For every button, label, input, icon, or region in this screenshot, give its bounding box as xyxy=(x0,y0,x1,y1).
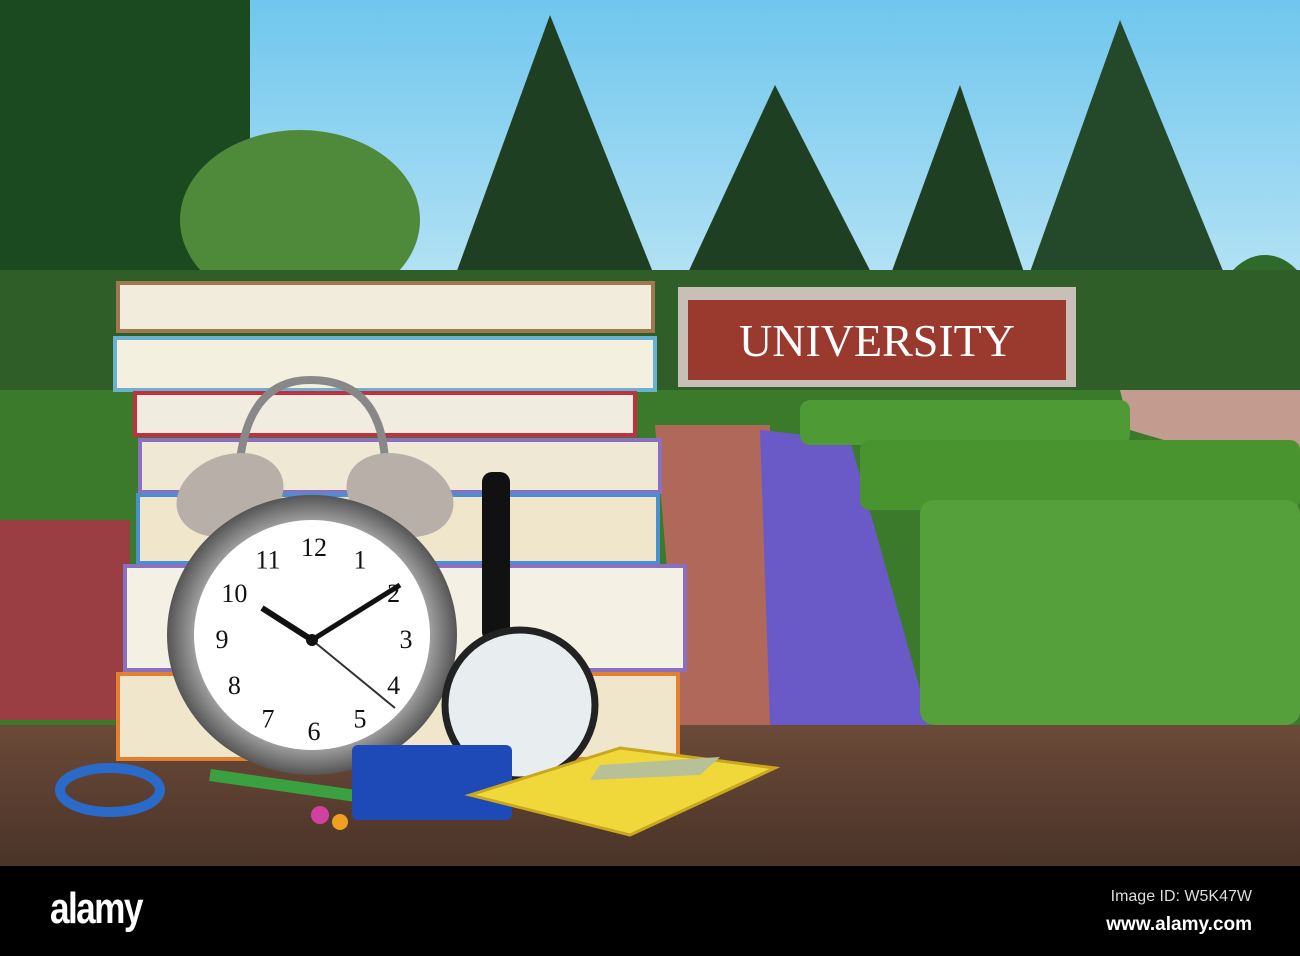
stock-photo: UNIVERSITY 12 1 2 3 4 5 6 7 8 9 10 11 alam xyxy=(0,0,1300,956)
university-sign: UNIVERSITY xyxy=(678,287,1076,387)
clock-numeral: 5 xyxy=(354,705,367,734)
clock-numeral: 11 xyxy=(255,545,280,574)
image-id: Image ID: W5K47W xyxy=(1110,888,1252,905)
site-url: www.alamy.com xyxy=(1106,914,1252,935)
clock-numeral: 1 xyxy=(354,545,367,574)
clock-numeral: 10 xyxy=(221,579,247,608)
clock-numeral: 6 xyxy=(308,717,321,746)
scene: UNIVERSITY 12 1234567891011 xyxy=(0,0,1300,866)
watermark-footer: alamy Image ID: W5K47W www.alamy.com xyxy=(0,866,1300,956)
clock-numeral: 9 xyxy=(216,625,229,654)
clock-numeral: 8 xyxy=(228,671,241,700)
clock-numeral: 4 xyxy=(387,671,400,700)
clock-numeral: 3 xyxy=(400,625,413,654)
sign-text: UNIVERSITY xyxy=(739,315,1015,366)
clock-numeral: 7 xyxy=(262,705,275,734)
alamy-logo: alamy xyxy=(50,884,143,933)
clock-numeral: 12 xyxy=(301,533,327,562)
